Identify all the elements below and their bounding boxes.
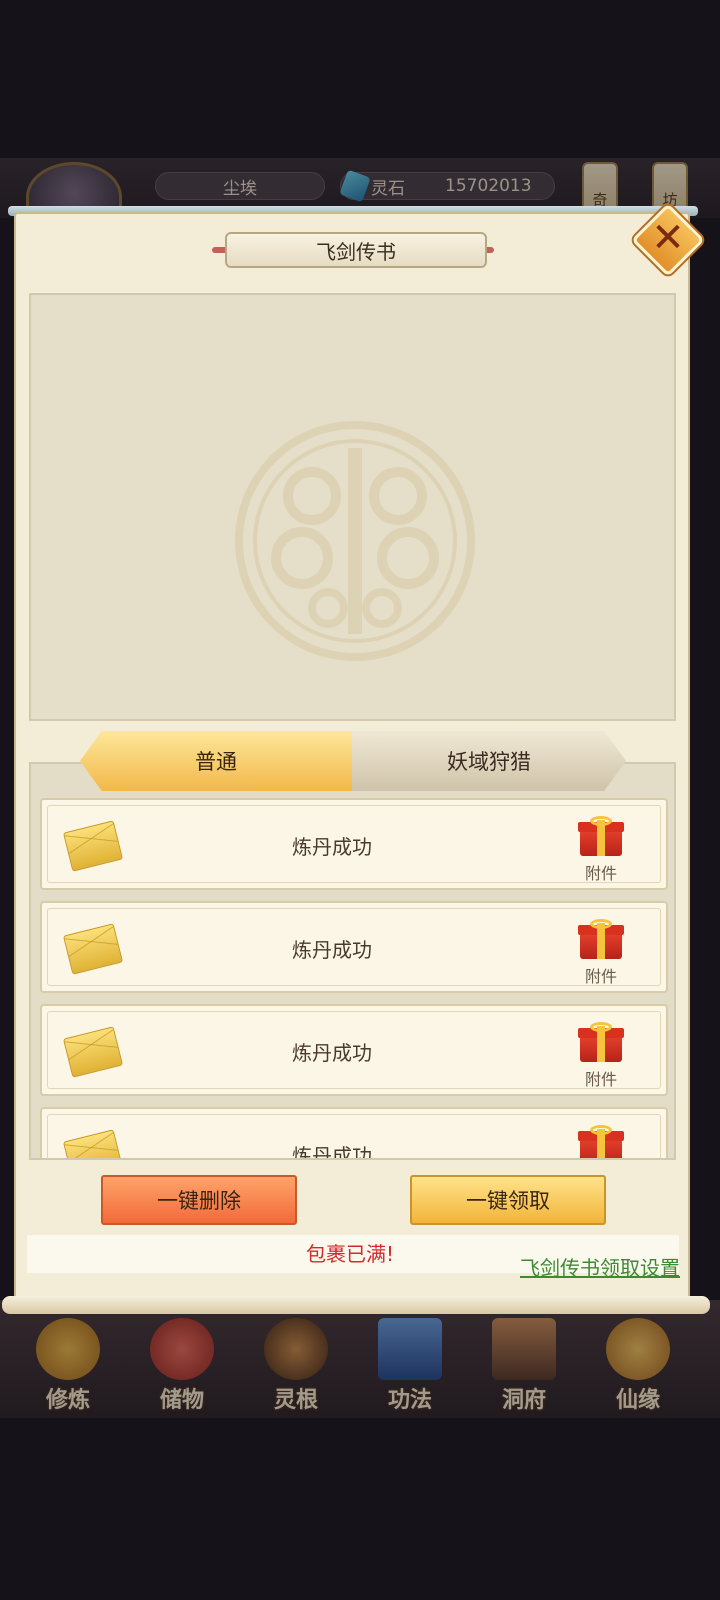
- scroll-rod-bottom: [2, 1296, 710, 1314]
- close-icon[interactable]: ✕: [642, 212, 694, 264]
- envelope-icon: [62, 923, 124, 975]
- mail-title: 炼丹成功: [292, 1144, 372, 1160]
- cloud-emblem-icon: [235, 421, 475, 661]
- claim-all-button[interactable]: 一键领取: [410, 1175, 606, 1225]
- gift-box-icon: [578, 1022, 624, 1062]
- envelope-icon: [62, 1129, 124, 1158]
- envelope-icon: [62, 820, 124, 872]
- tab-demon-hunt[interactable]: 妖域狩猎: [352, 731, 626, 791]
- claim-settings-link[interactable]: 飞剑传书领取设置: [490, 1252, 680, 1281]
- attachment-label: 附件: [584, 967, 617, 986]
- mail-title: 炼丹成功: [292, 835, 372, 859]
- mail-item[interactable]: 炼丹成功 附件: [40, 901, 668, 993]
- gift-box-icon: [578, 816, 624, 856]
- mail-list[interactable]: 炼丹成功 附件 炼丹成功 附件 炼丹成功 附件 炼丹成功 附件: [29, 762, 676, 1160]
- inventory-full-notice: 包裹已满!: [305, 1242, 395, 1266]
- mail-item[interactable]: 炼丹成功 附件: [40, 1107, 668, 1160]
- panel-title: 飞剑传书: [225, 232, 487, 268]
- mail-title: 炼丹成功: [292, 938, 372, 962]
- attachment-label: 附件: [584, 864, 617, 883]
- mail-title: 炼丹成功: [292, 1041, 372, 1065]
- tab-normal[interactable]: 普通: [80, 731, 352, 791]
- mail-item[interactable]: 炼丹成功 附件: [40, 798, 668, 890]
- delete-all-button[interactable]: 一键删除: [101, 1175, 297, 1225]
- gift-box-icon: [578, 919, 624, 959]
- attachment-label: 附件: [584, 1070, 617, 1089]
- mail-item[interactable]: 炼丹成功 附件: [40, 1004, 668, 1096]
- gift-box-icon: [578, 1125, 624, 1158]
- envelope-icon: [62, 1026, 124, 1078]
